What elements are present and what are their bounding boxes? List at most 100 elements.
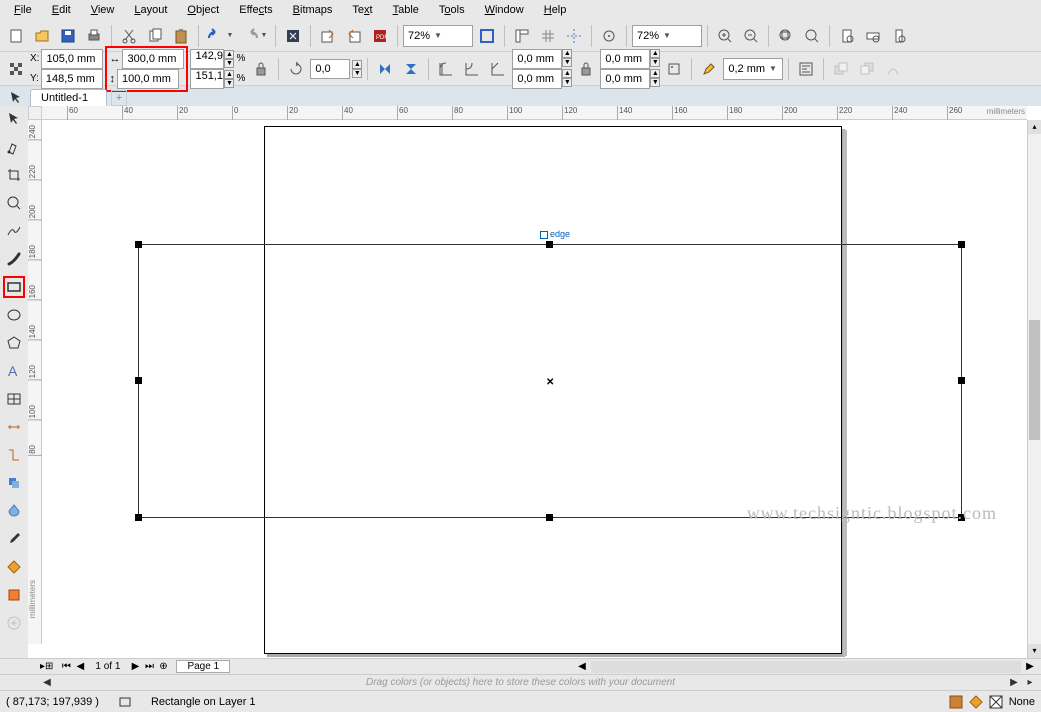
ruler-corner[interactable] bbox=[28, 106, 42, 120]
zoom-selection-button[interactable] bbox=[774, 24, 798, 48]
menu-help[interactable]: Help bbox=[536, 2, 575, 18]
mirror-h-button[interactable] bbox=[373, 57, 397, 81]
page-tab[interactable]: Page 1 bbox=[176, 660, 230, 673]
tray-scroll-right[interactable]: ▶ bbox=[1007, 677, 1021, 688]
handle-top-right[interactable] bbox=[958, 241, 965, 248]
hscroll-left[interactable]: ◀ bbox=[575, 661, 589, 673]
interactive-fill-tool[interactable] bbox=[3, 556, 25, 578]
menu-tools[interactable]: Tools bbox=[431, 2, 473, 18]
menu-view[interactable]: View bbox=[83, 2, 123, 18]
ellipse-tool[interactable] bbox=[3, 304, 25, 326]
corner-size-4[interactable] bbox=[600, 69, 650, 89]
polygon-tool[interactable] bbox=[3, 332, 25, 354]
nav-prev[interactable]: ◀ bbox=[73, 661, 87, 672]
outline-width-combo[interactable]: 0,2 mm▼ bbox=[723, 58, 783, 80]
handle-top-left[interactable] bbox=[135, 241, 142, 248]
height-input[interactable] bbox=[117, 69, 179, 89]
handle-top-mid[interactable] bbox=[546, 241, 553, 248]
tray-scroll-left[interactable]: ◀ bbox=[40, 677, 54, 688]
zoom-all-button[interactable] bbox=[800, 24, 824, 48]
zoom-tool[interactable] bbox=[3, 192, 25, 214]
handle-bottom-left[interactable] bbox=[135, 514, 142, 521]
zoom-out-button[interactable] bbox=[739, 24, 763, 48]
nav-next[interactable]: ▶ bbox=[128, 661, 142, 672]
menu-effects[interactable]: Effects bbox=[231, 2, 280, 18]
relative-corner-button[interactable] bbox=[662, 57, 686, 81]
rectangle-tool[interactable] bbox=[3, 276, 25, 298]
zoom-level-combo[interactable]: 72%▼ bbox=[403, 25, 473, 47]
export-button[interactable] bbox=[342, 24, 366, 48]
undo-button[interactable]: ▼ bbox=[204, 24, 236, 48]
menu-file[interactable]: File bbox=[6, 2, 40, 18]
transparency-tool[interactable] bbox=[3, 500, 25, 522]
new-tab-button[interactable]: + bbox=[111, 90, 127, 106]
nav-last[interactable]: ⏭ bbox=[142, 661, 156, 672]
y-position-input[interactable] bbox=[41, 69, 103, 89]
connector-tool[interactable] bbox=[3, 444, 25, 466]
color-proof-icon[interactable] bbox=[949, 695, 963, 709]
smart-fill-tool[interactable] bbox=[3, 584, 25, 606]
menu-text[interactable]: Text bbox=[344, 2, 380, 18]
x-position-input[interactable] bbox=[41, 49, 103, 69]
document-tab[interactable]: Untitled-1 bbox=[30, 89, 107, 106]
zoom-level-combo-2[interactable]: 72%▼ bbox=[632, 25, 702, 47]
menu-edit[interactable]: Edit bbox=[44, 2, 79, 18]
convert-curves-button[interactable] bbox=[881, 57, 905, 81]
hscroll-right[interactable]: ▶ bbox=[1023, 661, 1037, 673]
zoom-width-button[interactable] bbox=[861, 24, 885, 48]
corner-size-1[interactable] bbox=[512, 49, 562, 69]
new-doc-button[interactable] bbox=[4, 24, 28, 48]
zoom-height-button[interactable] bbox=[887, 24, 911, 48]
handle-mid-right[interactable] bbox=[958, 377, 965, 384]
fullscreen-button[interactable] bbox=[475, 24, 499, 48]
crop-tool[interactable] bbox=[3, 164, 25, 186]
pick-tool-shortcut[interactable] bbox=[6, 88, 24, 106]
rotation-input[interactable] bbox=[310, 59, 350, 79]
lock-ratio-button[interactable] bbox=[249, 57, 273, 81]
zoom-page-button[interactable] bbox=[835, 24, 859, 48]
horizontal-ruler[interactable]: millimeters60402002040608010012014016018… bbox=[42, 106, 1027, 120]
shape-tool[interactable] bbox=[3, 136, 25, 158]
quick-customize-button[interactable] bbox=[3, 612, 25, 634]
dimension-tool[interactable] bbox=[3, 416, 25, 438]
object-origin-icon[interactable] bbox=[4, 57, 28, 81]
save-button[interactable] bbox=[56, 24, 80, 48]
corner-round-icon[interactable] bbox=[434, 57, 458, 81]
open-button[interactable] bbox=[30, 24, 54, 48]
mirror-v-button[interactable] bbox=[399, 57, 423, 81]
wrap-text-button[interactable] bbox=[794, 57, 818, 81]
tray-menu[interactable]: ▸ bbox=[1023, 677, 1037, 688]
text-tool[interactable]: A bbox=[3, 360, 25, 382]
show-guides-button[interactable] bbox=[562, 24, 586, 48]
scale-x-value[interactable]: 142,9 bbox=[190, 49, 224, 69]
effects-tool[interactable] bbox=[3, 472, 25, 494]
redo-button[interactable]: ▼ bbox=[238, 24, 270, 48]
document-palette[interactable]: ◀ Drag colors (or objects) here to store… bbox=[0, 674, 1041, 690]
copy-button[interactable] bbox=[143, 24, 167, 48]
show-rulers-button[interactable] bbox=[510, 24, 534, 48]
freehand-tool[interactable] bbox=[3, 220, 25, 242]
fill-swatch-icon[interactable] bbox=[969, 695, 983, 709]
menu-table[interactable]: Table bbox=[385, 2, 427, 18]
scale-y-value[interactable]: 151,1 bbox=[190, 69, 224, 89]
to-front-button[interactable] bbox=[829, 57, 853, 81]
menu-bitmaps[interactable]: Bitmaps bbox=[285, 2, 341, 18]
fill-none-icon[interactable] bbox=[989, 695, 1003, 709]
lock-corners-button[interactable] bbox=[574, 57, 598, 81]
search-button[interactable] bbox=[281, 24, 305, 48]
corner-size-3[interactable] bbox=[600, 49, 650, 69]
artistic-media-tool[interactable] bbox=[3, 248, 25, 270]
scroll-up[interactable]: ▴ bbox=[1028, 120, 1041, 134]
menu-object[interactable]: Object bbox=[179, 2, 227, 18]
corner-scallop-icon[interactable] bbox=[460, 57, 484, 81]
eyedropper-tool[interactable] bbox=[3, 528, 25, 550]
corner-chamfer-icon[interactable] bbox=[486, 57, 510, 81]
publish-pdf-button[interactable]: PDF bbox=[368, 24, 392, 48]
horizontal-scrollbar[interactable] bbox=[591, 661, 1021, 673]
show-grid-button[interactable] bbox=[536, 24, 560, 48]
pick-tool[interactable] bbox=[3, 108, 25, 130]
nav-add-page[interactable]: ⊕ bbox=[156, 661, 170, 672]
handle-mid-left[interactable] bbox=[135, 377, 142, 384]
nav-first[interactable]: ⏮ bbox=[59, 661, 73, 672]
table-tool[interactable] bbox=[3, 388, 25, 410]
